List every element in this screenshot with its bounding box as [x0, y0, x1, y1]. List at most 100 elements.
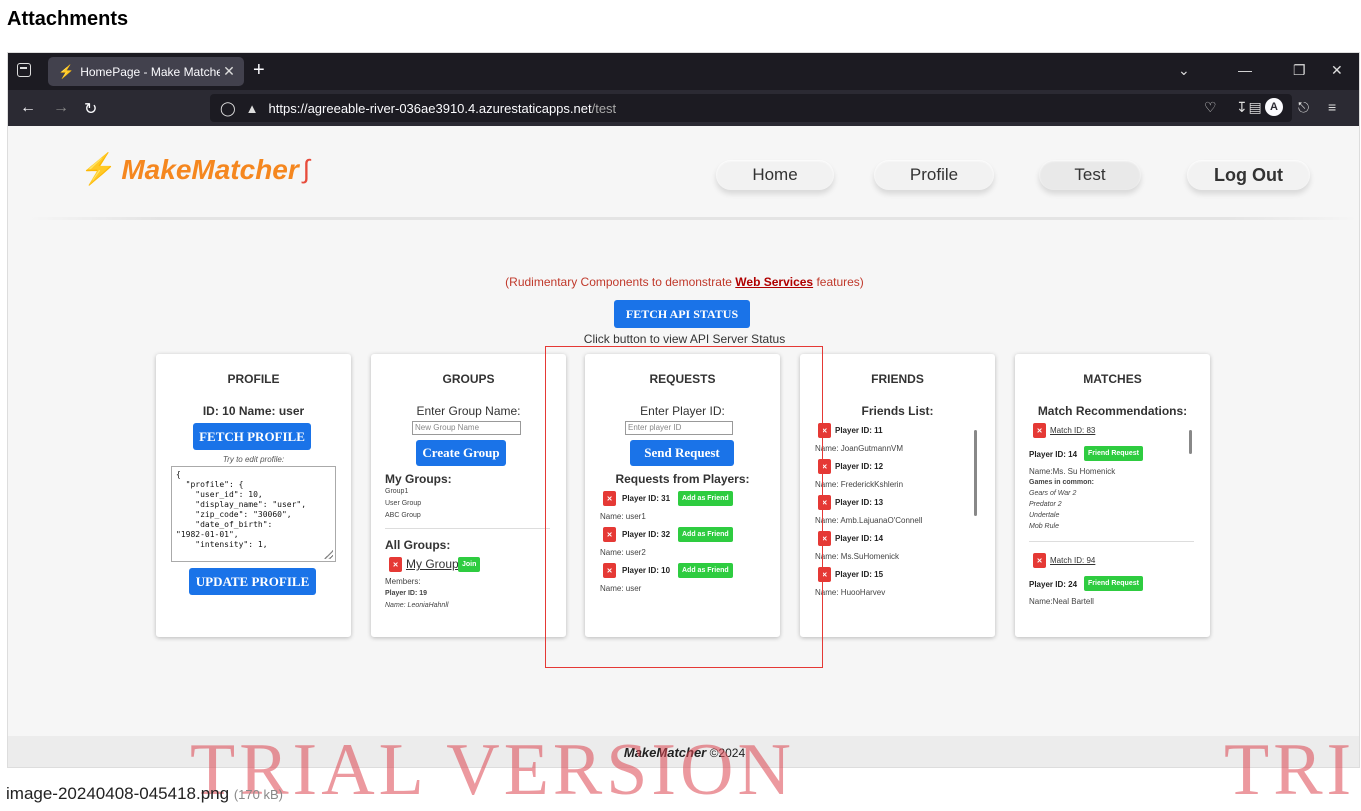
restore-icon[interactable]: ❐ — [1293, 62, 1306, 79]
friend-request-button[interactable]: Friend Request — [1084, 446, 1143, 461]
nav-test-button[interactable]: Test — [1039, 160, 1141, 190]
logo-text: MakeMatcher — [121, 153, 299, 185]
groups-divider — [385, 528, 550, 529]
add-as-friend-button[interactable]: Add as Friend — [678, 527, 733, 542]
friend-request-button[interactable]: Friend Request — [1084, 576, 1143, 591]
all-groups-heading: All Groups: — [385, 538, 451, 552]
friend-player-id: Player ID: 11 — [835, 426, 883, 435]
forward-icon[interactable]: → — [53, 99, 69, 117]
friend-player-id: Player ID: 14 — [835, 534, 884, 543]
profile-id-name: ID: 10 Name: user — [202, 404, 305, 418]
fetch-profile-button[interactable]: FETCH PROFILE — [193, 423, 311, 450]
decline-request-button[interactable]: ✕ — [603, 527, 616, 542]
group-name-input[interactable]: New Group Name — [412, 421, 521, 435]
browser-window: ⚡ HomePage - Make Matcher Tea ✕ + ⌄ — ❐ … — [7, 52, 1360, 768]
extensions-icon[interactable]: ⎋ — [1298, 99, 1309, 116]
my-group-item[interactable]: User Group — [385, 500, 421, 507]
dismiss-match-button[interactable]: ✕ — [1033, 423, 1046, 438]
match-icon: ⚡ — [80, 153, 118, 186]
menu-icon[interactable]: ≡ — [1328, 99, 1336, 115]
profile-card-title: PROFILE — [227, 372, 280, 386]
player-id-input[interactable]: Enter player ID — [625, 421, 733, 435]
browser-tab[interactable]: ⚡ HomePage - Make Matcher Tea ✕ — [48, 57, 244, 86]
groups-card-title: GROUPS — [442, 372, 495, 386]
attachments-heading: Attachments — [7, 8, 129, 30]
matches-scrollbar[interactable] — [1189, 430, 1192, 454]
match-player-id: Player ID: 14 — [1029, 450, 1078, 459]
account-avatar[interactable]: A — [1265, 98, 1283, 116]
friend-player-id: Player ID: 15 — [835, 570, 884, 579]
decline-request-button[interactable]: ✕ — [603, 491, 616, 506]
chevron-down-icon[interactable]: ⌄ — [1178, 62, 1190, 79]
add-as-friend-button[interactable]: Add as Friend — [678, 563, 733, 578]
close-window-icon[interactable]: ✕ — [1331, 62, 1343, 79]
request-player-name: Name: user2 — [600, 548, 646, 557]
remove-friend-button[interactable]: ✕ — [818, 567, 831, 582]
new-tab-icon[interactable]: + — [253, 59, 265, 82]
enter-group-label: Enter Group Name: — [416, 404, 521, 418]
tab-list-icon[interactable] — [17, 63, 31, 77]
friends-card: FRIENDS Friends List: ✕ Player ID: 11 Na… — [800, 354, 995, 637]
friend-player-id: Player ID: 12 — [835, 462, 884, 471]
download-icon[interactable]: ↧ — [1236, 99, 1248, 116]
requests-from-heading: Requests from Players: — [615, 472, 750, 486]
members-label: Members: — [385, 577, 421, 586]
member-id: Player ID: 19 — [385, 590, 428, 597]
remove-friend-button[interactable]: ✕ — [818, 531, 831, 546]
request-player-id: Player ID: 10 — [622, 566, 671, 575]
add-as-friend-button[interactable]: Add as Friend — [678, 491, 733, 506]
page-viewport: ⚡ MakeMatcher ∫ Home Profile Test Log Ou… — [8, 126, 1359, 767]
shield-icon[interactable]: ◯ — [220, 100, 236, 117]
remove-friend-button[interactable]: ✕ — [818, 459, 831, 474]
my-group-item[interactable]: ABC Group — [385, 512, 421, 519]
flame-icon: ∫ — [302, 154, 310, 184]
enter-player-label: Enter Player ID: — [640, 404, 725, 418]
nav-home-button[interactable]: Home — [716, 160, 834, 190]
decline-request-button[interactable]: ✕ — [603, 563, 616, 578]
matches-divider — [1029, 541, 1194, 542]
back-icon[interactable]: ← — [20, 99, 36, 117]
requests-card-title: REQUESTS — [649, 372, 716, 386]
site-logo[interactable]: ⚡ MakeMatcher ∫ — [80, 152, 310, 187]
nav-toolbar: ← → ↻ ◯ ▲ https://agreeable-river-036ae3… — [8, 90, 1359, 126]
attachment-caption[interactable]: image-20240408-045418.png (170 kB) — [6, 784, 283, 804]
game-item: Gears of War 2 — [1029, 490, 1077, 497]
minimize-icon[interactable]: — — [1238, 62, 1252, 78]
friends-card-title: FRIENDS — [871, 372, 924, 386]
remove-friend-button[interactable]: ✕ — [818, 423, 831, 438]
game-item: Undertale — [1029, 512, 1060, 519]
send-request-button[interactable]: Send Request — [630, 440, 734, 466]
web-services-link[interactable]: Web Services — [735, 275, 813, 289]
friends-scrollbar[interactable] — [974, 430, 977, 516]
join-group-button[interactable]: Join — [458, 557, 481, 572]
reload-icon[interactable]: ↻ — [84, 99, 97, 119]
request-player-name: Name: user — [600, 584, 642, 593]
create-group-button[interactable]: Create Group — [416, 440, 506, 466]
remove-group-button[interactable]: ✕ — [389, 557, 402, 572]
tab-close-icon[interactable]: ✕ — [220, 63, 238, 80]
group-name-link[interactable]: My Group — [406, 557, 459, 571]
profile-json-textarea[interactable]: { "profile": { "user_id": 10, "display_n… — [171, 466, 336, 562]
fetch-api-status-button[interactable]: FETCH API STATUS — [614, 300, 750, 328]
dismiss-match-button[interactable]: ✕ — [1033, 553, 1046, 568]
profile-card: PROFILE ID: 10 Name: user FETCH PROFILE … — [156, 354, 351, 637]
game-item: Predator 2 — [1029, 501, 1062, 508]
pocket-icon[interactable]: ♡ — [1204, 99, 1217, 116]
url-text[interactable]: https://agreeable-river-036ae3910.4.azur… — [269, 101, 617, 116]
match-id-link[interactable]: Match ID: 83 — [1050, 426, 1095, 435]
update-profile-button[interactable]: UPDATE PROFILE — [189, 568, 316, 595]
remove-friend-button[interactable]: ✕ — [818, 495, 831, 510]
match-id-link[interactable]: Match ID: 94 — [1050, 556, 1095, 565]
matches-card: MATCHES Match Recommendations: ✕ Match I… — [1015, 354, 1210, 637]
url-bar[interactable]: ◯ ▲ https://agreeable-river-036ae3910.4.… — [210, 94, 1292, 122]
edit-profile-hint: Try to edit profile: — [222, 455, 285, 464]
match-player-name: Name:Ms. Su Homenick — [1029, 467, 1116, 476]
nav-logout-button[interactable]: Log Out — [1187, 160, 1310, 190]
lock-icon[interactable]: ▲ — [246, 101, 259, 116]
resize-handle-icon[interactable] — [324, 550, 333, 559]
nav-profile-button[interactable]: Profile — [874, 160, 994, 190]
request-player-name: Name: user1 — [600, 512, 646, 521]
friend-player-id: Player ID: 13 — [835, 498, 884, 507]
my-group-item[interactable]: Group1 — [385, 488, 408, 495]
match-player-name: Name:Neal Bartell — [1029, 597, 1094, 606]
